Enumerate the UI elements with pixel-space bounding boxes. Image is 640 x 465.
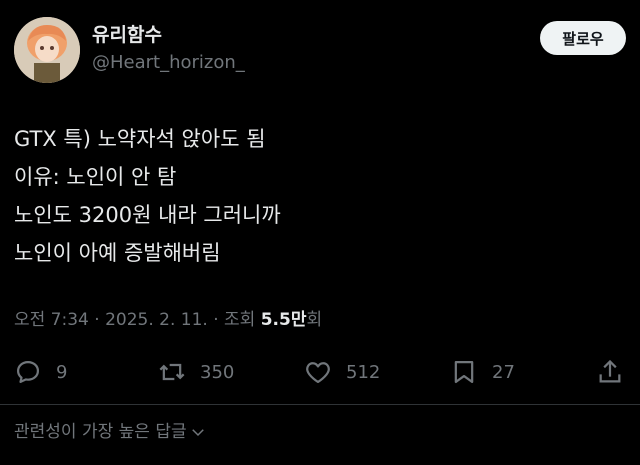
like-count: 512	[346, 361, 381, 383]
share-icon	[599, 359, 621, 383]
tweet-line: 노인이 아예 증발해버림	[14, 241, 221, 265]
display-name[interactable]: 유리함수	[92, 23, 245, 47]
retweet-icon	[159, 363, 185, 381]
tweet-text: GTX 특) 노약자석 앉아도 됨 이유: 노인이 안 탐 노인도 3200원 …	[14, 120, 614, 272]
tweet-meta: 오전 7:34 · 2025. 2. 11. · 조회 5.5만회	[14, 307, 322, 333]
reply-icon	[16, 360, 40, 384]
views-count: 5.5만	[260, 310, 307, 330]
bookmark-button[interactable]: 27	[450, 355, 515, 389]
tweet-time[interactable]: 오전 7:34	[14, 310, 89, 330]
reply-button[interactable]: 9	[14, 355, 67, 389]
tweet-line: GTX 특) 노약자석 앉아도 됨	[14, 127, 266, 151]
meta-separator: ·	[88, 310, 106, 330]
user-handle[interactable]: @Heart_horizon_	[92, 51, 245, 75]
follow-button[interactable]: 팔로우	[540, 21, 626, 55]
tweet-date[interactable]: 2025. 2. 11.	[105, 310, 208, 330]
reply-sort-label: 관련성이 가장 높은 답글	[14, 422, 187, 442]
retweet-count: 350	[200, 361, 235, 383]
user-info: 유리함수 @Heart_horizon_	[92, 23, 245, 75]
tweet-line: 이유: 노인이 안 탐	[14, 165, 177, 189]
like-button[interactable]: 512	[304, 355, 380, 389]
avatar[interactable]	[14, 17, 80, 83]
bookmark-count: 27	[492, 361, 515, 383]
views-suffix: 회	[306, 310, 323, 330]
share-button[interactable]	[596, 355, 624, 389]
divider	[0, 404, 640, 405]
reply-sort-selector[interactable]: 관련성이 가장 높은 답글	[14, 420, 207, 444]
bookmark-icon	[454, 360, 474, 384]
reply-count: 9	[56, 361, 68, 383]
tweet-header: 유리함수 @Heart_horizon_ 팔로우	[14, 15, 626, 87]
action-bar: 9 350 512 27	[14, 355, 626, 389]
views-label: 조회	[224, 310, 256, 330]
meta-separator: ·	[207, 310, 225, 330]
heart-icon	[306, 362, 330, 384]
retweet-button[interactable]: 350	[158, 355, 234, 389]
chevron-down-icon	[191, 429, 204, 437]
tweet-line: 노인도 3200원 내라 그러니까	[14, 203, 281, 227]
